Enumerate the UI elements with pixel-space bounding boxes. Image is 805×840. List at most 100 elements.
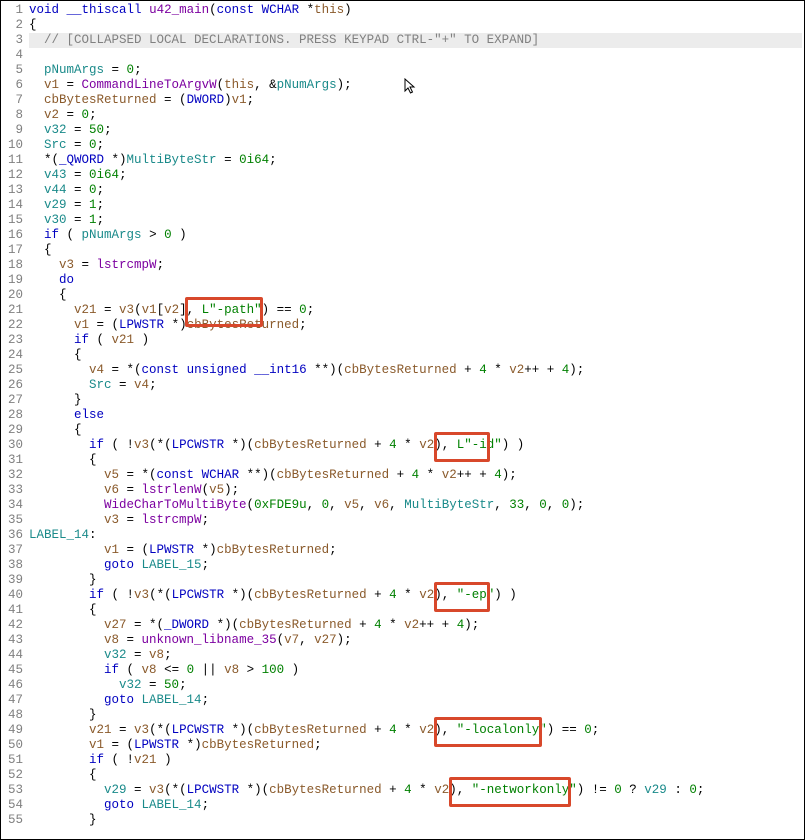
code-line-14[interactable]: v29 = 1;	[29, 198, 802, 213]
code-line-49[interactable]: v21 = v3(*(LPCWSTR *)(cbBytesReturned + …	[29, 723, 802, 738]
code-line-7[interactable]: cbBytesReturned = (DWORD)v1;	[29, 93, 802, 108]
code-line-46[interactable]: v32 = 50;	[29, 678, 802, 693]
line-number: 45	[3, 663, 23, 678]
code-line-6[interactable]: v1 = CommandLineToArgvW(this, &pNumArgs)…	[29, 78, 802, 93]
code-line-41[interactable]: {	[29, 603, 802, 618]
code-line-33[interactable]: v6 = lstrlenW(v5);	[29, 483, 802, 498]
line-number: 2	[3, 18, 23, 33]
line-number: 34	[3, 498, 23, 513]
line-number: 30	[3, 438, 23, 453]
code-area[interactable]: void __thiscall u42_main(const WCHAR *th…	[29, 3, 802, 828]
line-number: 9	[3, 123, 23, 138]
line-number: 36	[3, 528, 23, 543]
code-line-28[interactable]: else	[29, 408, 802, 423]
code-line-31[interactable]: {	[29, 453, 802, 468]
code-line-54[interactable]: goto LABEL_14;	[29, 798, 802, 813]
code-line-2[interactable]: {	[29, 18, 802, 33]
line-number: 26	[3, 378, 23, 393]
code-line-44[interactable]: v32 = v8;	[29, 648, 802, 663]
line-number: 21	[3, 303, 23, 318]
code-line-42[interactable]: v27 = *(_DWORD *)(cbBytesReturned + 4 * …	[29, 618, 802, 633]
code-line-4[interactable]	[29, 48, 802, 63]
code-line-47[interactable]: goto LABEL_14;	[29, 693, 802, 708]
code-line-35[interactable]: v3 = lstrcmpW;	[29, 513, 802, 528]
line-number: 53	[3, 783, 23, 798]
code-line-24[interactable]: {	[29, 348, 802, 363]
line-number: 7	[3, 93, 23, 108]
line-number: 20	[3, 288, 23, 303]
line-number: 54	[3, 798, 23, 813]
code-line-27[interactable]: }	[29, 393, 802, 408]
code-line-55[interactable]: }	[29, 813, 802, 828]
code-view: 1234567891011121314151617181920212223242…	[3, 3, 802, 828]
code-line-22[interactable]: v1 = (LPWSTR *)cbBytesReturned;	[29, 318, 802, 333]
code-line-5[interactable]: pNumArgs = 0;	[29, 63, 802, 78]
line-number: 35	[3, 513, 23, 528]
line-number: 6	[3, 78, 23, 93]
code-line-8[interactable]: v2 = 0;	[29, 108, 802, 123]
line-number: 32	[3, 468, 23, 483]
code-line-36[interactable]: LABEL_14:	[29, 528, 802, 543]
line-number: 41	[3, 603, 23, 618]
code-line-30[interactable]: if ( !v3(*(LPCWSTR *)(cbBytesReturned + …	[29, 438, 802, 453]
code-line-52[interactable]: {	[29, 768, 802, 783]
line-number: 15	[3, 213, 23, 228]
line-number: 28	[3, 408, 23, 423]
code-line-16[interactable]: if ( pNumArgs > 0 )	[29, 228, 802, 243]
line-number: 10	[3, 138, 23, 153]
code-line-43[interactable]: v8 = unknown_libname_35(v7, v27);	[29, 633, 802, 648]
code-line-23[interactable]: if ( v21 )	[29, 333, 802, 348]
line-number: 38	[3, 558, 23, 573]
line-number: 1	[3, 3, 23, 18]
line-number: 43	[3, 633, 23, 648]
code-line-48[interactable]: }	[29, 708, 802, 723]
code-line-13[interactable]: v44 = 0;	[29, 183, 802, 198]
code-line-32[interactable]: v5 = *(const WCHAR **)(cbBytesReturned +…	[29, 468, 802, 483]
line-number: 37	[3, 543, 23, 558]
line-number: 18	[3, 258, 23, 273]
line-number: 39	[3, 573, 23, 588]
line-number: 46	[3, 678, 23, 693]
line-number: 17	[3, 243, 23, 258]
code-line-25[interactable]: v4 = *(const unsigned __int16 **)(cbByte…	[29, 363, 802, 378]
line-number: 27	[3, 393, 23, 408]
line-number: 13	[3, 183, 23, 198]
code-line-17[interactable]: {	[29, 243, 802, 258]
line-number: 24	[3, 348, 23, 363]
line-number: 8	[3, 108, 23, 123]
code-line-45[interactable]: if ( v8 <= 0 || v8 > 100 )	[29, 663, 802, 678]
line-number: 25	[3, 363, 23, 378]
code-line-10[interactable]: Src = 0;	[29, 138, 802, 153]
code-line-11[interactable]: *(_QWORD *)MultiByteStr = 0i64;	[29, 153, 802, 168]
line-number: 40	[3, 588, 23, 603]
line-number: 55	[3, 813, 23, 828]
code-line-34[interactable]: WideCharToMultiByte(0xFDE9u, 0, v5, v6, …	[29, 498, 802, 513]
line-number: 47	[3, 693, 23, 708]
code-line-18[interactable]: v3 = lstrcmpW;	[29, 258, 802, 273]
line-number: 23	[3, 333, 23, 348]
code-line-37[interactable]: v1 = (LPWSTR *)cbBytesReturned;	[29, 543, 802, 558]
line-number: 5	[3, 63, 23, 78]
code-line-3[interactable]: // [COLLAPSED LOCAL DECLARATIONS. PRESS …	[29, 33, 802, 48]
code-line-39[interactable]: }	[29, 573, 802, 588]
code-line-53[interactable]: v29 = v3(*(LPCWSTR *)(cbBytesReturned + …	[29, 783, 802, 798]
line-number: 52	[3, 768, 23, 783]
code-line-29[interactable]: {	[29, 423, 802, 438]
code-line-1[interactable]: void __thiscall u42_main(const WCHAR *th…	[29, 3, 802, 18]
code-line-50[interactable]: v1 = (LPWSTR *)cbBytesReturned;	[29, 738, 802, 753]
line-number-gutter: 1234567891011121314151617181920212223242…	[3, 3, 29, 828]
code-line-40[interactable]: if ( !v3(*(LPCWSTR *)(cbBytesReturned + …	[29, 588, 802, 603]
code-line-20[interactable]: {	[29, 288, 802, 303]
line-number: 33	[3, 483, 23, 498]
line-number: 42	[3, 618, 23, 633]
code-line-9[interactable]: v32 = 50;	[29, 123, 802, 138]
line-number: 31	[3, 453, 23, 468]
code-line-15[interactable]: v30 = 1;	[29, 213, 802, 228]
code-line-51[interactable]: if ( !v21 )	[29, 753, 802, 768]
code-line-26[interactable]: Src = v4;	[29, 378, 802, 393]
code-line-12[interactable]: v43 = 0i64;	[29, 168, 802, 183]
code-line-19[interactable]: do	[29, 273, 802, 288]
code-line-21[interactable]: v21 = v3(v1[v2], L"-path") == 0;	[29, 303, 802, 318]
line-number: 14	[3, 198, 23, 213]
code-line-38[interactable]: goto LABEL_15;	[29, 558, 802, 573]
